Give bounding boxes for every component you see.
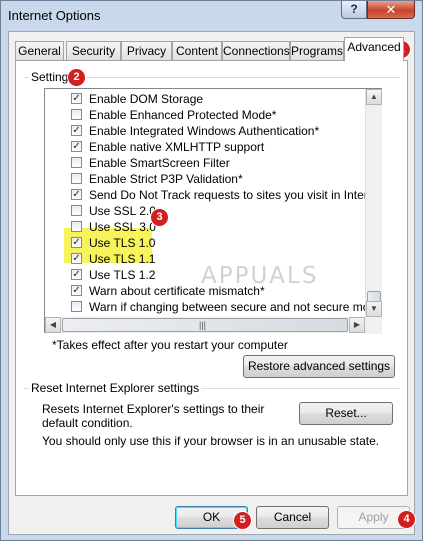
close-button[interactable]: ✕ [367, 1, 415, 19]
help-button[interactable]: ? [341, 1, 367, 19]
reset-button[interactable]: Reset... [299, 402, 393, 425]
tab-advanced[interactable]: Advanced [344, 37, 404, 61]
checkbox-unchecked[interactable] [71, 301, 82, 312]
setting-label: Use TLS 1.0 [89, 236, 156, 250]
appuals-watermark: APPUALS [201, 263, 319, 289]
callout-3: 3 [151, 209, 168, 226]
tab-content[interactable]: Content [172, 41, 222, 60]
cancel-button[interactable]: Cancel [256, 506, 329, 529]
reset-warning: You should only use this if your browser… [42, 434, 380, 448]
settings-list[interactable]: ✓ Enable DOM Storage Enable Enhanced Prote… [44, 88, 382, 333]
reset-group-label: Reset Internet Explorer settings [29, 381, 202, 395]
restore-advanced-settings-button[interactable]: Restore advanced settings [243, 355, 395, 378]
setting-label: Use TLS 1.2 [89, 268, 156, 282]
checkbox-checked[interactable]: ✓ [71, 237, 82, 248]
setting-label: Use SSL 3.0 [89, 220, 156, 234]
setting-label: Use TLS 1.1 [89, 252, 156, 266]
horizontal-scroll-thumb[interactable]: ||| [62, 318, 348, 332]
checkbox-unchecked[interactable] [71, 157, 82, 168]
tab-label: Security [71, 44, 116, 58]
setting-label: Warn if changing between secure and not … [89, 300, 382, 314]
title-bar[interactable]: Internet Options ? ✕ [1, 1, 422, 31]
setting-label: Use SSL 2.0 [89, 204, 156, 218]
checkbox-unchecked[interactable] [71, 205, 82, 216]
tab-security[interactable]: Security [66, 41, 121, 60]
vertical-scrollbar[interactable]: ▲ ▼ [365, 89, 382, 317]
scroll-left-button[interactable]: ◀ [45, 317, 61, 333]
setting-label: Send Do Not Track requests to sites you … [89, 188, 382, 202]
setting-label: Enable Enhanced Protected Mode* [89, 108, 277, 122]
tab-label: Advanced [347, 40, 401, 54]
tab-label: General [18, 44, 61, 58]
tab-programs[interactable]: Programs [290, 41, 344, 60]
checkbox-checked[interactable]: ✓ [71, 253, 82, 264]
callout-4: 4 [398, 511, 415, 528]
restart-note: *Takes effect after you restart your com… [52, 338, 288, 352]
tab-general[interactable]: General [15, 41, 64, 60]
checkbox-unchecked[interactable] [71, 221, 82, 232]
checkbox-checked[interactable]: ✓ [71, 189, 82, 200]
checkbox-unchecked[interactable] [71, 109, 82, 120]
setting-label: Enable SmartScreen Filter [89, 156, 230, 170]
scroll-grip-icon: ||| [199, 320, 207, 330]
checkbox-checked[interactable]: ✓ [71, 141, 82, 152]
tab-label: Connections [223, 44, 290, 58]
setting-label: Enable Strict P3P Validation* [89, 172, 243, 186]
setting-label: Enable DOM Storage [89, 92, 204, 106]
horizontal-scrollbar[interactable]: ◀ ||| ▶ [45, 317, 365, 333]
tab-label: Content [175, 44, 219, 58]
reset-description: Resets Internet Explorer's settings to t… [42, 402, 265, 430]
setting-label: Enable native XMLHTTP support [89, 140, 265, 154]
tab-label: Programs [291, 44, 344, 58]
scroll-right-button[interactable]: ▶ [349, 317, 365, 333]
callout-2: 2 [68, 69, 85, 86]
scroll-down-button[interactable]: ▼ [366, 301, 382, 317]
internet-options-window: Internet Options ? ✕ General Security Pr… [0, 0, 423, 541]
checkbox-checked[interactable]: ✓ [71, 93, 82, 104]
tab-privacy[interactable]: Privacy [121, 41, 172, 60]
scroll-corner [365, 317, 382, 334]
scroll-up-button[interactable]: ▲ [366, 89, 382, 105]
callout-5: 5 [234, 512, 251, 529]
checkbox-checked[interactable]: ✓ [71, 269, 82, 280]
checkbox-checked[interactable]: ✓ [71, 125, 82, 136]
tab-label: Privacy [126, 44, 167, 58]
checkbox-unchecked[interactable] [71, 173, 82, 184]
checkbox-checked[interactable]: ✓ [71, 285, 82, 296]
setting-label: Enable Integrated Windows Authentication… [89, 124, 320, 138]
window-title: Internet Options [8, 8, 101, 23]
tab-connections[interactable]: Connections [222, 41, 290, 60]
